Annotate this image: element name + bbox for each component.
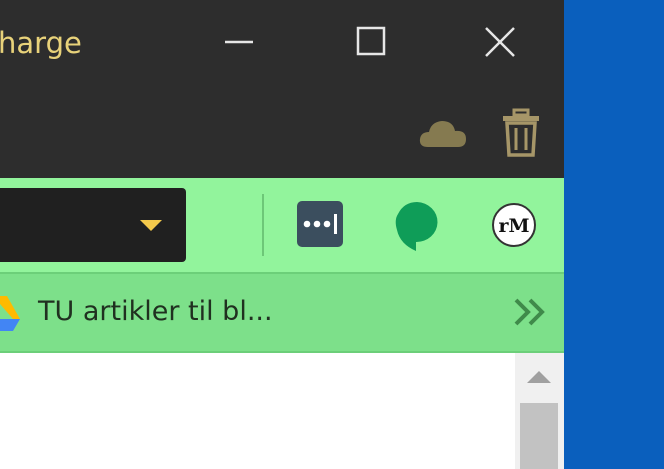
rm-icon-text: rM [498,215,529,237]
maximize-icon [356,26,386,56]
cloud-icon[interactable] [418,117,468,149]
close-button[interactable] [480,22,520,62]
minimize-button[interactable] [219,22,259,62]
title-bar[interactable]: harge [0,0,564,178]
window-title: harge [0,26,82,60]
hangouts-icon [395,202,438,251]
page-content [0,353,564,469]
trash-icon[interactable] [500,108,542,158]
address-dropdown[interactable] [0,188,186,262]
lastpass-icon [297,201,343,247]
chevron-down-icon [140,220,162,231]
close-icon [485,27,515,57]
vertical-scrollbar[interactable] [515,353,564,469]
minimize-icon [225,40,253,44]
extension-rm-button[interactable]: rM [491,202,537,248]
extension-hangouts-button[interactable] [394,200,440,252]
bookmarks-bar: TU artikler til bl... [0,272,564,353]
browser-toolbar: rM [0,178,564,272]
browser-window: harge rM TU artikler til bl... [0,0,564,469]
chevron-double-right-icon[interactable] [512,294,550,330]
extension-lastpass-button[interactable] [297,201,343,247]
bookmark-label: TU artikler til bl... [38,296,273,327]
scrollbar-thumb[interactable] [520,403,558,469]
toolbar-separator [262,194,264,256]
google-drive-icon [0,296,20,331]
scroll-up-icon[interactable] [515,363,564,395]
rm-icon: rM [492,203,536,247]
maximize-button[interactable] [351,22,391,62]
